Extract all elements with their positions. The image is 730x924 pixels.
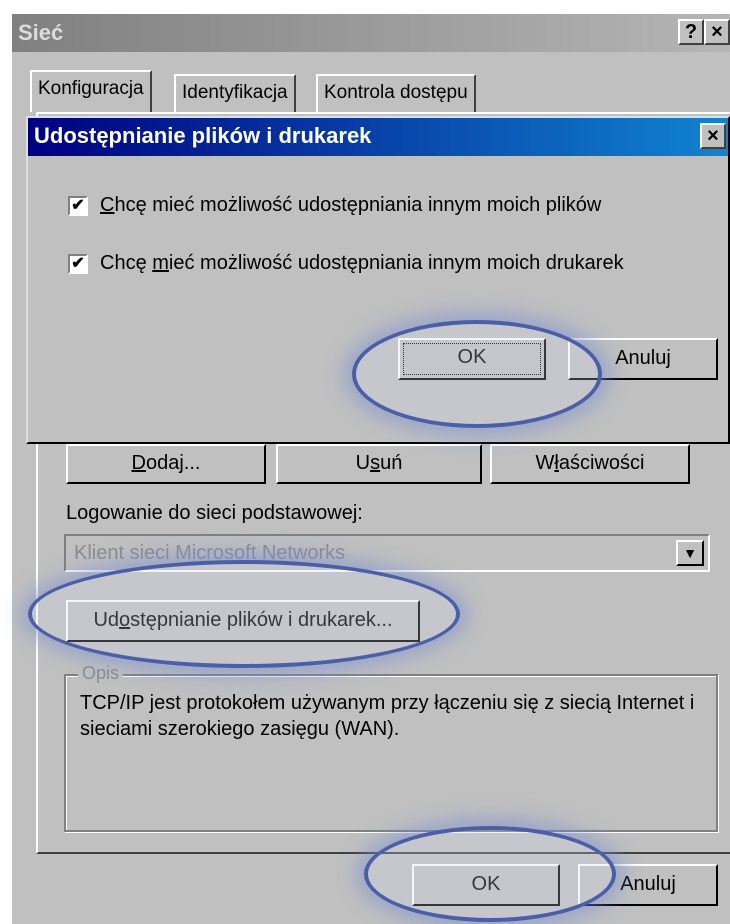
share-label-accel: o <box>119 609 131 631</box>
add-label-rest: odaj... <box>145 452 201 474</box>
share-files-label-accel: C <box>100 194 115 216</box>
dropdown-arrow-icon[interactable]: ▼ <box>676 540 704 566</box>
tab-kontrola-dostepu[interactable]: Kontrola dostępu <box>316 74 476 112</box>
props-label-rest: aściwości <box>558 452 645 474</box>
share-files-printers-button[interactable]: Udostępnianie plików i drukarek... <box>66 600 420 642</box>
description-title: Opis <box>78 663 124 684</box>
share-files-label: Chcę mieć możliwość udostępniania innym … <box>100 194 601 217</box>
remove-label-prefix: U <box>355 452 371 474</box>
ok-button[interactable]: OK <box>412 864 560 906</box>
dialog-close-button[interactable]: × <box>700 123 726 149</box>
dialog-ok-button[interactable]: OK <box>398 338 546 380</box>
dialog-title-bar: Udostępnianie plików i drukarek × <box>28 118 728 156</box>
logon-combobox[interactable]: Klient sieci Microsoft Networks ▼ <box>64 534 710 572</box>
share-printers-label-prefix: Chcę <box>100 252 153 274</box>
logon-label: Logowanie do sieci podstawowej: <box>66 502 363 524</box>
share-printers-label-rest: ieć możliwość udostępniania innym moich … <box>168 252 624 274</box>
add-label-accel: D <box>131 452 146 474</box>
close-button[interactable]: × <box>704 19 730 45</box>
logon-value: Klient sieci Microsoft Networks <box>74 542 346 564</box>
window-title: Sieć <box>18 20 64 45</box>
share-files-checkbox[interactable]: ✔ <box>68 196 88 216</box>
remove-label-rest: uń <box>380 452 403 474</box>
cancel-button[interactable]: Anuluj <box>578 864 718 906</box>
add-button[interactable]: Dodaj... <box>66 444 266 484</box>
share-files-label-rest: hcę mieć możliwość udostępniania innym m… <box>114 194 602 216</box>
share-label-prefix: Ud <box>93 609 120 631</box>
help-button[interactable]: ? <box>678 19 704 45</box>
dialog-cancel-button[interactable]: Anuluj <box>568 338 718 380</box>
share-label-rest: stępnianie plików i drukarek... <box>130 609 393 631</box>
tab-konfiguracja[interactable]: Konfiguracja <box>30 70 152 112</box>
share-printers-label-accel: m <box>152 252 169 274</box>
dialog-title: Udostępnianie plików i drukarek <box>34 123 372 148</box>
description-text: TCP/IP jest protokołem używanym przy łąc… <box>80 692 695 740</box>
share-printers-label: Chcę mieć możliwość udostępniania innym … <box>100 252 624 275</box>
title-bar: Sieć ? × <box>12 14 730 52</box>
tab-identyfikacja[interactable]: Identyfikacja <box>174 74 296 112</box>
properties-button[interactable]: Właściwości <box>490 444 690 484</box>
share-printers-checkbox[interactable]: ✔ <box>68 254 88 274</box>
remove-label-accel: s <box>370 452 381 474</box>
remove-button[interactable]: Usuń <box>276 444 482 484</box>
file-printer-sharing-dialog: Udostępnianie plików i drukarek × ✔ Chcę… <box>26 116 730 444</box>
props-label-prefix: W <box>535 452 555 474</box>
